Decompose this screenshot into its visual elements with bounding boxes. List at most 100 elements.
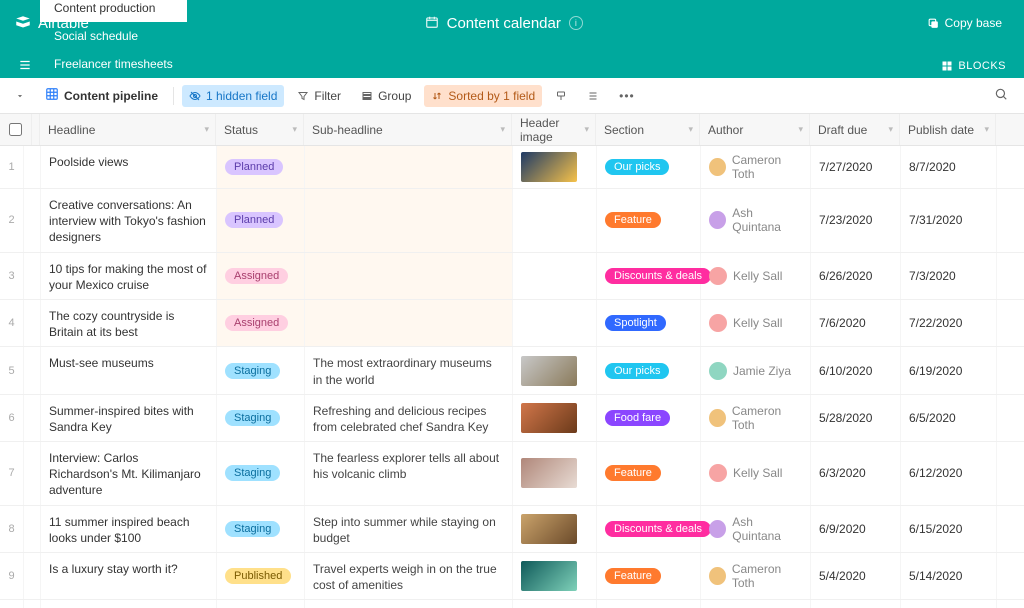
filter-button[interactable]: Filter <box>290 85 348 107</box>
cell-publish-date[interactable]: 6/12/2020 <box>901 442 997 505</box>
cell-draft-due[interactable]: 7/6/2020 <box>811 300 901 346</box>
cell-headline[interactable]: 11 summer inspired beach looks under $10… <box>41 506 217 552</box>
cell-publish-date[interactable]: 7/3/2020 <box>901 253 997 299</box>
cell-author[interactable]: Ash Quintana <box>701 506 811 552</box>
cell-section[interactable]: Food fare <box>597 395 701 441</box>
row-height-button[interactable] <box>580 86 606 106</box>
cell-status[interactable]: Staging <box>217 395 305 441</box>
cell-header-image[interactable] <box>513 347 597 393</box>
cell-status[interactable]: Staging <box>217 347 305 393</box>
cell-author[interactable]: Cameron Toth <box>701 395 811 441</box>
cell-status[interactable]: Staging <box>217 506 305 552</box>
cell-headline[interactable]: Interview: Carlos Richardson's Mt. Kilim… <box>41 442 217 505</box>
cell-section[interactable]: Feature <box>597 553 701 599</box>
table-row[interactable]: 5Must-see museumsStagingThe most extraor… <box>0 347 1024 394</box>
cell-draft-due[interactable]: 6/3/2020 <box>811 442 901 505</box>
cell-publish-date[interactable]: 6/5/2020 <box>901 395 997 441</box>
cell-status[interactable]: Assigned <box>217 300 305 346</box>
cell-header-image[interactable] <box>513 253 597 299</box>
table-row[interactable]: 310 tips for making the most of your Mex… <box>0 253 1024 300</box>
cell-header-image[interactable] <box>513 146 597 188</box>
base-title[interactable]: Content calendar <box>447 15 561 32</box>
cell-publish-date[interactable]: 6/15/2020 <box>901 506 997 552</box>
cell-headline[interactable]: 10 tips for making the most of your Mexi… <box>41 253 217 299</box>
copy-base-button[interactable]: Copy base <box>919 12 1010 34</box>
table-row[interactable]: 10Diggin' the MaldivesPublishedThe ultim… <box>0 600 1024 608</box>
cell-draft-due[interactable]: 7/23/2020 <box>811 189 901 252</box>
cell-section[interactable]: Our picks <box>597 347 701 393</box>
cell-draft-due[interactable]: 6/10/2020 <box>811 347 901 393</box>
cell-author[interactable]: Kelly Sall <box>701 253 811 299</box>
table-row[interactable]: 9Is a luxury stay worth it?PublishedTrav… <box>0 553 1024 600</box>
col-status[interactable]: Status▾ <box>216 114 304 145</box>
cell-subheadline[interactable]: The ultimate guide for a jaw-dropping jo… <box>305 600 513 608</box>
cell-header-image[interactable] <box>513 600 597 608</box>
cell-headline[interactable]: Creative conversations: An interview wit… <box>41 189 217 252</box>
col-publish-date[interactable]: Publish date▾ <box>900 114 996 145</box>
view-switcher[interactable]: Content pipeline <box>38 83 165 108</box>
cell-author[interactable]: Jamie Ziya <box>701 347 811 393</box>
cell-header-image[interactable] <box>513 189 597 252</box>
table-row[interactable]: 6Summer-inspired bites with Sandra KeySt… <box>0 395 1024 442</box>
cell-status[interactable]: Planned <box>217 189 305 252</box>
cell-draft-due[interactable]: 5/28/2020 <box>811 395 901 441</box>
table-row[interactable]: 4The cozy countryside is Britain at its … <box>0 300 1024 347</box>
cell-subheadline[interactable] <box>305 300 513 346</box>
cell-publish-date[interactable]: 6/19/2020 <box>901 347 997 393</box>
cell-subheadline[interactable]: The most extraordinary museums in the wo… <box>305 347 513 393</box>
cell-author[interactable]: Kelly Sall <box>701 300 811 346</box>
col-headline[interactable]: Headline▾ <box>40 114 216 145</box>
cell-header-image[interactable] <box>513 300 597 346</box>
cell-headline[interactable]: The cozy countryside is Britain at its b… <box>41 300 217 346</box>
tab-social-schedule[interactable]: Social schedule <box>40 22 187 50</box>
cell-section[interactable]: Our picks <box>597 146 701 188</box>
cell-subheadline[interactable]: Travel experts weigh in on the true cost… <box>305 553 513 599</box>
table-row[interactable]: 2Creative conversations: An interview wi… <box>0 189 1024 253</box>
cell-author[interactable]: Kelly Sall <box>701 442 811 505</box>
cell-headline[interactable]: Diggin' the Maldives <box>41 600 217 608</box>
table-row[interactable]: 811 summer inspired beach looks under $1… <box>0 506 1024 553</box>
more-button[interactable]: ••• <box>612 85 642 107</box>
cell-header-image[interactable] <box>513 553 597 599</box>
cell-status[interactable]: Published <box>217 600 305 608</box>
cell-headline[interactable]: Must-see museums <box>41 347 217 393</box>
cell-section[interactable]: Spotlight <box>597 600 701 608</box>
col-section[interactable]: Section▾ <box>596 114 700 145</box>
cell-status[interactable]: Planned <box>217 146 305 188</box>
table-row[interactable]: 7Interview: Carlos Richardson's Mt. Kili… <box>0 442 1024 506</box>
cell-author[interactable]: Ash Quintana <box>701 189 811 252</box>
tab-freelancer-timesheets[interactable]: Freelancer timesheets <box>40 50 187 78</box>
cell-publish-date[interactable]: 7/31/2020 <box>901 189 997 252</box>
cell-header-image[interactable] <box>513 395 597 441</box>
cell-headline[interactable]: Poolside views <box>41 146 217 188</box>
cell-subheadline[interactable]: Step into summer while staying on budget <box>305 506 513 552</box>
cell-subheadline[interactable]: The fearless explorer tells all about hi… <box>305 442 513 505</box>
cell-section[interactable]: Feature <box>597 189 701 252</box>
cell-headline[interactable]: Is a luxury stay worth it? <box>41 553 217 599</box>
sort-button[interactable]: Sorted by 1 field <box>424 85 542 107</box>
blocks-button[interactable]: BLOCKS <box>933 54 1014 78</box>
col-header-image[interactable]: Header image▾ <box>512 114 596 145</box>
search-button[interactable] <box>986 83 1016 108</box>
cell-section[interactable]: Feature <box>597 442 701 505</box>
cell-status[interactable]: Assigned <box>217 253 305 299</box>
cell-publish-date[interactable]: 7/22/2020 <box>901 300 997 346</box>
info-icon[interactable]: i <box>569 16 583 30</box>
cell-section[interactable]: Discounts & deals <box>597 253 701 299</box>
cell-draft-due[interactable]: 5/4/2020 <box>811 553 901 599</box>
color-button[interactable] <box>548 86 574 106</box>
cell-author[interactable]: Cameron Toth <box>701 553 811 599</box>
col-draft-due[interactable]: Draft due▾ <box>810 114 900 145</box>
cell-header-image[interactable] <box>513 506 597 552</box>
col-author[interactable]: Author▾ <box>700 114 810 145</box>
cell-section[interactable]: Spotlight <box>597 300 701 346</box>
cell-draft-due[interactable]: 6/9/2020 <box>811 506 901 552</box>
cell-subheadline[interactable] <box>305 189 513 252</box>
cell-subheadline[interactable]: Refreshing and delicious recipes from ce… <box>305 395 513 441</box>
cell-section[interactable]: Discounts & deals <box>597 506 701 552</box>
cell-publish-date[interactable]: 8/7/2020 <box>901 146 997 188</box>
cell-status[interactable]: Staging <box>217 442 305 505</box>
group-button[interactable]: Group <box>354 85 418 107</box>
select-all-checkbox[interactable] <box>9 123 22 136</box>
table-row[interactable]: 1Poolside viewsPlannedOur picksCameron T… <box>0 146 1024 189</box>
